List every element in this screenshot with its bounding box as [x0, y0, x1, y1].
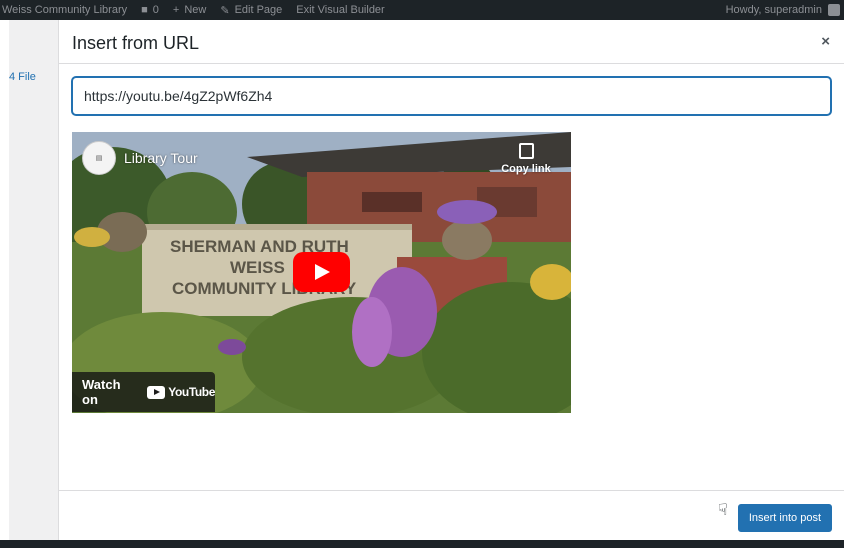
url-input[interactable]: [72, 77, 831, 115]
youtube-play-icon: [147, 385, 166, 399]
play-button[interactable]: [293, 252, 350, 292]
youtube-brand: YouTube: [168, 385, 215, 399]
new-link[interactable]: + New: [173, 4, 206, 16]
plus-icon: +: [172, 4, 180, 16]
howdy-label: Howdy, superadmin: [725, 4, 822, 16]
hand-cursor-icon: ☟: [718, 502, 728, 519]
video-embed-preview[interactable]: SHERMAN AND RUTH WEISS COMMUNITY LIBRARY…: [72, 132, 571, 413]
modal-title: Insert from URL: [72, 33, 200, 53]
edit-page-label: Edit Page: [234, 4, 283, 16]
comments-count: 0: [152, 4, 159, 16]
page-bottom-edge: [0, 540, 844, 548]
site-name: Weiss Community Library: [2, 4, 128, 16]
youtube-logo: YouTube: [147, 385, 215, 399]
pencil-icon: ✎: [220, 4, 230, 17]
edit-page-link[interactable]: ✎ Edit Page: [220, 4, 282, 17]
sidebar-file-link[interactable]: 4 File: [9, 71, 36, 83]
media-sidebar: 4 File: [9, 20, 59, 540]
copy-link-button[interactable]: Copy link: [491, 143, 561, 175]
avatar: [828, 4, 840, 16]
exit-builder-link[interactable]: Exit Visual Builder: [296, 4, 384, 16]
insert-from-url-modal: Insert from URL × https://youtu.be/4gZ2p…: [59, 20, 844, 540]
copy-icon: [518, 143, 534, 159]
watch-on-label: Watch on: [82, 377, 121, 407]
copy-link-label: Copy link: [501, 163, 551, 175]
site-name-link[interactable]: Weiss Community Library: [2, 4, 127, 16]
new-label: New: [184, 4, 207, 16]
channel-logo[interactable]: ▤: [82, 141, 116, 175]
comments-link[interactable]: ■ 0: [141, 4, 159, 16]
exit-builder-label: Exit Visual Builder: [296, 4, 385, 16]
video-title[interactable]: Library Tour: [124, 150, 198, 166]
modal-header: Insert from URL ×: [59, 20, 844, 64]
sign-line-2: WEISS: [230, 258, 285, 277]
account-menu[interactable]: Howdy, superadmin: [726, 0, 840, 20]
watch-on-youtube-button[interactable]: Watch on YouTube: [72, 372, 215, 412]
insert-into-post-button[interactable]: Insert into post: [737, 504, 832, 532]
backdrop-edge: [0, 20, 9, 548]
close-icon[interactable]: ×: [821, 33, 830, 50]
admin-bar: Weiss Community Library ■ 0 + New ✎ Edit Pa…: [0, 0, 844, 20]
comment-icon: ■: [141, 4, 148, 16]
